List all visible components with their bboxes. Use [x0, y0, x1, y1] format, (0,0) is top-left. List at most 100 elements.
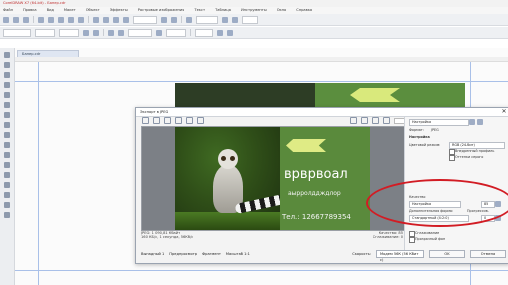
options-gear-icon[interactable]	[222, 16, 228, 23]
nudge-distance-field[interactable]	[166, 28, 186, 37]
menu-view[interactable]: Вид	[47, 7, 54, 14]
dialog-title: Экспорт в JPEG	[140, 110, 169, 114]
menu-bitmaps[interactable]: Растровые изображения	[138, 7, 185, 14]
zoom-fit-icon[interactable]	[197, 117, 204, 124]
nudge-icon[interactable]	[156, 29, 162, 36]
new-icon[interactable]	[3, 16, 9, 23]
zoom-tool-icon[interactable]	[4, 82, 10, 88]
launch-icon[interactable]	[232, 16, 238, 23]
menu-layout[interactable]: Макет	[64, 7, 76, 14]
rulers-icon[interactable]	[171, 16, 177, 23]
menu-bar: Файл Правка Вид Макет Объект Эффекты Рас…	[0, 7, 508, 14]
current-page-icon[interactable]	[118, 29, 124, 36]
close-icon[interactable]: ✕	[501, 109, 507, 115]
eyedropper-icon[interactable]	[383, 117, 390, 124]
duplicate-distance-field[interactable]	[195, 28, 213, 37]
connector-tool-icon[interactable]	[4, 162, 10, 168]
interactive-fill-tool-icon[interactable]	[4, 202, 10, 208]
text-tool-icon[interactable]	[4, 142, 10, 148]
page-width-field[interactable]	[35, 28, 55, 37]
menu-effects[interactable]: Эффекты	[110, 7, 128, 14]
page-height-field[interactable]	[59, 28, 79, 37]
menu-table[interactable]: Таблица	[215, 7, 231, 14]
zoom-in-icon[interactable]	[175, 117, 182, 124]
option-fragment[interactable]: Фрагмент	[202, 252, 221, 256]
menu-text[interactable]: Текст	[194, 7, 205, 14]
remove-preset-icon[interactable]	[477, 119, 483, 125]
option-preview[interactable]: Предпросмотр	[169, 252, 197, 256]
redo-icon[interactable]	[78, 16, 84, 23]
option-1[interactable]: Выпадный 1	[141, 252, 164, 256]
launch-dropdown[interactable]	[242, 15, 258, 24]
smart-fill-tool-icon[interactable]	[4, 212, 10, 218]
smoothing-info: Сглаживание: 0	[372, 235, 403, 239]
page-options-icon[interactable]	[227, 29, 233, 36]
export-icon[interactable]	[113, 16, 119, 23]
pan-tool-icon[interactable]	[164, 117, 171, 124]
zoom-out-icon[interactable]	[361, 117, 368, 124]
open-icon[interactable]	[13, 16, 19, 23]
landscape-icon[interactable]	[93, 29, 99, 36]
search-icon[interactable]	[93, 16, 99, 23]
speed-select[interactable]: Модем 56К (56 Кбит с)	[376, 249, 424, 262]
toolbar-divider	[88, 16, 89, 23]
portrait-icon[interactable]	[83, 29, 89, 36]
menu-object[interactable]: Объект	[86, 7, 100, 14]
drop-shadow-tool-icon[interactable]	[4, 172, 10, 178]
polygon-tool-icon[interactable]	[4, 132, 10, 138]
grass-ground	[175, 212, 280, 230]
preview-single-icon[interactable]	[142, 117, 149, 124]
add-preset-icon[interactable]	[469, 119, 475, 125]
snap-to-icon[interactable]	[186, 16, 192, 23]
color-mode-select[interactable]: RGB (24-бит)	[449, 142, 505, 149]
snap-to-dropdown[interactable]	[196, 15, 218, 24]
horizontal-ruler[interactable]	[15, 57, 508, 62]
menu-window[interactable]: Окно	[277, 7, 287, 14]
menu-tools[interactable]: Инструменты	[241, 7, 267, 14]
copy-icon[interactable]	[48, 16, 54, 23]
preview-split-icon[interactable]	[153, 117, 160, 124]
rectangle-tool-icon[interactable]	[4, 112, 10, 118]
cancel-button[interactable]: Отмена	[470, 249, 506, 258]
paste-icon[interactable]	[58, 16, 64, 23]
grayscale-label: Оттенки серого	[455, 155, 484, 159]
import-icon[interactable]	[103, 16, 109, 23]
artistic-media-tool-icon[interactable]	[4, 102, 10, 108]
crop-tool-icon[interactable]	[4, 72, 10, 78]
ok-button[interactable]: OK	[429, 249, 465, 258]
freehand-tool-icon[interactable]	[4, 92, 10, 98]
export-preview-image[interactable]: врврвоал аырролддждлор Тел.: 12667789354	[141, 126, 405, 231]
transparent-bg-label: Прозрачный фон	[415, 237, 446, 241]
menu-edit[interactable]: Правка	[23, 7, 37, 14]
publish-pdf-icon[interactable]	[123, 16, 129, 23]
units-select[interactable]	[128, 28, 152, 37]
horizontal-guideline	[15, 270, 508, 271]
page-size-select[interactable]	[3, 28, 31, 37]
zoom-level-field[interactable]	[133, 15, 157, 24]
transparency-tool-icon[interactable]	[4, 182, 10, 188]
undo-icon[interactable]	[68, 16, 74, 23]
download-time-info: 160 КБ/с, 1 секунда, 56Кб/с	[141, 235, 194, 239]
settings-section-header[interactable]: Настройка	[409, 135, 430, 139]
menu-file[interactable]: Файл	[3, 7, 13, 14]
all-pages-icon[interactable]	[108, 29, 114, 36]
zoom-out-icon[interactable]	[186, 117, 193, 124]
pick-tool-icon[interactable]	[4, 52, 10, 58]
save-icon[interactable]	[23, 16, 29, 23]
eyedropper-tool-icon[interactable]	[4, 192, 10, 198]
ellipse-tool-icon[interactable]	[4, 122, 10, 128]
full-screen-icon[interactable]	[161, 16, 167, 23]
cut-icon[interactable]	[38, 16, 44, 23]
option-scale[interactable]: Масштаб 1:1	[226, 252, 250, 256]
parallel-dimension-tool-icon[interactable]	[4, 152, 10, 158]
format-value: JPEG	[431, 128, 439, 132]
treat-as-filled-icon[interactable]	[217, 29, 223, 36]
menu-help[interactable]: Справка	[296, 7, 312, 14]
shape-tool-icon[interactable]	[4, 62, 10, 68]
preset-select[interactable]: Настройка	[409, 119, 469, 126]
toolbar-divider	[190, 29, 191, 36]
smoothing-label: Сглаживание	[415, 231, 440, 235]
zoom-in-icon[interactable]	[350, 117, 357, 124]
pan-icon[interactable]	[372, 117, 379, 124]
embedded-profile-label: Внедренный профиль	[455, 149, 495, 153]
